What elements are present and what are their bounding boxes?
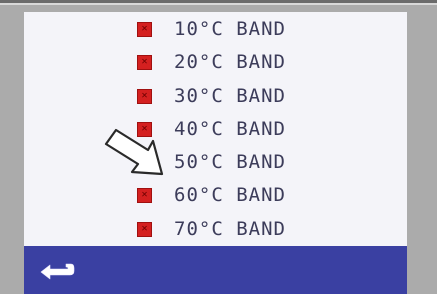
band-label: 30°C BAND [174, 85, 286, 107]
band-row-40[interactable]: ✕ 40°C BAND [24, 113, 407, 145]
band-label: 10°C BAND [174, 18, 286, 40]
unchecked-box-icon[interactable]: ✕ [137, 221, 152, 237]
unchecked-box-icon[interactable]: ✕ [137, 54, 152, 70]
bottom-toolbar [24, 246, 407, 294]
band-row-60[interactable]: ✕ 60°C BAND [24, 179, 407, 211]
return-arrow-icon [40, 263, 75, 280]
band-label: 20°C BAND [174, 51, 286, 73]
back-button[interactable] [38, 260, 78, 282]
unchecked-box-icon[interactable]: ✕ [137, 88, 152, 104]
band-label: 60°C BAND [174, 184, 286, 206]
top-border-highlight [0, 3, 437, 5]
band-row-70[interactable]: ✕ 70°C BAND [24, 213, 407, 245]
band-row-10[interactable]: ✕ 10°C BAND [24, 13, 407, 45]
band-label: 40°C BAND [174, 118, 286, 140]
band-row-20[interactable]: ✕ 20°C BAND [24, 46, 407, 78]
unchecked-box-icon[interactable]: ✕ [137, 187, 152, 203]
band-row-30[interactable]: ✕ 30°C BAND [24, 80, 407, 112]
band-label: 50°C BAND [174, 151, 286, 173]
band-label: 70°C BAND [174, 218, 286, 240]
arrow-cursor-icon [104, 128, 164, 176]
unchecked-box-icon[interactable]: ✕ [137, 21, 152, 37]
band-selection-screen: ✕ 10°C BAND ✕ 20°C BAND ✕ 30°C BAND ✕ 40… [24, 12, 407, 294]
band-row-50[interactable]: ✓ 50°C BAND [24, 146, 407, 178]
